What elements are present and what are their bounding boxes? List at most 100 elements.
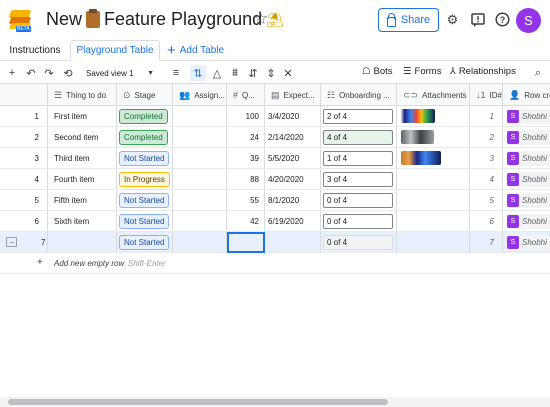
horizontal-scrollbar[interactable] [0,397,550,407]
thing-cell[interactable]: First item [48,106,117,126]
selected-cell-outline[interactable] [227,232,265,253]
hide-fields-icon[interactable]: △ [209,65,225,81]
row-created-by-cell[interactable]: S Shobhi [503,127,550,147]
onboarding-cell[interactable]: 0 of 4 [321,211,397,231]
assign-cell[interactable] [173,211,227,231]
relationships-button[interactable]: ⅄ Relationships [450,66,516,77]
feedback-icon[interactable] [469,11,486,28]
quantity-cell[interactable]: 100 [227,106,265,126]
add-row-line[interactable]: + Add new empty row Shift-Enter [0,253,550,274]
forms-button[interactable]: ☰ Forms [403,66,441,77]
quantity-cell[interactable]: 55 [227,190,265,210]
row-height-icon[interactable]: ≡ [168,65,184,81]
column-header-row-created[interactable]: 👤Row cre [503,84,550,106]
row-created-by-cell[interactable]: S Shobhi [503,169,550,189]
onboarding-cell[interactable]: 0 of 4 [321,190,397,210]
quantity-cell[interactable]: 88 [227,169,265,189]
attachments-cell[interactable] [397,127,470,147]
row-number-cell[interactable]: 4 [0,169,48,189]
row-created-by-cell[interactable]: S Shobhi [503,211,550,231]
stage-cell[interactable]: Not Started [117,190,173,210]
expected-date-cell[interactable]: 3/4/2020 [265,106,321,126]
thing-cell[interactable]: Fifth item [48,190,117,210]
quantity-cell[interactable]: 42 [227,211,265,231]
column-header-stage[interactable]: ⊙ Stage [117,84,173,106]
attachment-thumbnail[interactable] [401,151,441,165]
column-header-id[interactable]: ↓1 ID# [470,84,503,106]
share-button[interactable]: Share [378,8,439,32]
stage-cell[interactable]: Not Started [117,211,173,231]
column-header-quantity[interactable]: # Q... [227,84,265,106]
stage-cell[interactable]: Not Started [117,148,173,168]
assign-cell[interactable] [173,190,227,210]
stage-cell[interactable]: Completed [117,106,173,126]
expected-date-cell[interactable]: 5/5/2020 [265,148,321,168]
column-header-assign[interactable]: 👥 Assign... [173,84,227,106]
redo-icon[interactable]: ↷ [41,65,57,81]
onboarding-cell[interactable]: 0 of 4 [321,232,397,252]
table-row[interactable]: 1 First item Completed 100 3/4/2020 2 of 41SS… [0,106,550,127]
search-icon[interactable]: ⌕ [530,65,546,81]
table-row[interactable]: 6 Sixth item Not Started 42 6/19/2020 0 of 46… [0,211,550,232]
close-icon[interactable]: ✕ [280,65,296,81]
sort-icon[interactable]: ⇵ [245,65,261,81]
column-header-attachments[interactable]: ⊂⊃ Attachments [397,84,470,106]
assign-cell[interactable] [173,169,227,189]
attachments-cell[interactable] [397,232,470,252]
select-all-header[interactable] [0,84,48,106]
tab-instructions[interactable]: Instructions [0,40,70,61]
bots-button[interactable]: ☖ Bots [362,66,393,77]
table-row[interactable]: 7 Not Started 0 of 4 7 S Shobhi [0,232,550,253]
add-row-icon[interactable]: + [4,65,20,81]
attachment-thumbnail[interactable] [401,109,435,123]
attachments-cell[interactable] [397,148,470,168]
assign-cell[interactable] [173,148,227,168]
column-header-expected[interactable]: ▤ Expect... [265,84,321,106]
assign-cell[interactable] [173,106,227,126]
avatar[interactable]: S [516,8,541,33]
attachments-cell[interactable] [397,106,470,126]
undo-icon[interactable]: ↶ [23,65,39,81]
app-logo[interactable]: BETA [8,8,32,32]
expected-date-cell[interactable]: 2/14/2020 [265,127,321,147]
expected-date-cell[interactable]: 8/1/2020 [265,190,321,210]
onboarding-cell[interactable]: 2 of 4 [321,106,397,126]
assign-cell[interactable] [173,232,227,252]
row-number-cell[interactable]: 7 [0,232,48,252]
scrollbar-thumb[interactable] [8,399,388,405]
column-header-onboarding[interactable]: ☷ Onboarding ... [321,84,397,106]
row-created-by-cell[interactable]: S Shobhi [503,232,550,252]
expected-date-cell[interactable] [265,232,321,252]
saved-view-select[interactable]: Saved view 1 ▼ [82,65,158,81]
attachments-cell[interactable] [397,190,470,210]
doc-title[interactable]: New Feature Playground ⛱ [46,9,284,30]
quantity-cell[interactable]: 24 [227,127,265,147]
expected-date-cell[interactable]: 6/19/2020 [265,211,321,231]
thing-cell[interactable]: Third item [48,148,117,168]
thing-cell[interactable] [48,232,117,252]
row-number-cell[interactable]: 1 [0,106,48,126]
history-icon[interactable]: ⟲ [60,65,76,81]
onboarding-cell[interactable]: 3 of 4 [321,169,397,189]
row-created-by-cell[interactable]: S Shobhi [503,190,550,210]
row-number-cell[interactable]: 2 [0,127,48,147]
table-row[interactable]: 3 Third item Not Started 39 5/5/2020 1 of 43S… [0,148,550,169]
group-by-icon[interactable]: ⇅ [190,65,206,81]
thing-cell[interactable]: Fourth item [48,169,117,189]
stage-cell[interactable]: In Progress [117,169,173,189]
row-spacing-icon[interactable]: ⇕ [263,65,279,81]
stage-cell[interactable]: Completed [117,127,173,147]
thing-cell[interactable]: Second item [48,127,117,147]
table-row[interactable]: 5 Fifth item Not Started 55 8/1/2020 0 of 45S… [0,190,550,211]
row-created-by-cell[interactable]: S Shobhi [503,106,550,126]
attachments-cell[interactable] [397,211,470,231]
attachments-cell[interactable] [397,169,470,189]
add-table-button[interactable]: + Add Table [167,40,224,61]
star-icon[interactable]: ☆ [253,9,268,29]
assign-cell[interactable] [173,127,227,147]
row-number-cell[interactable]: 6 [0,211,48,231]
row-number-cell[interactable]: 5 [0,190,48,210]
quantity-cell[interactable]: 39 [227,148,265,168]
row-number-cell[interactable]: 3 [0,148,48,168]
row-created-by-cell[interactable]: S Shobhi [503,148,550,168]
